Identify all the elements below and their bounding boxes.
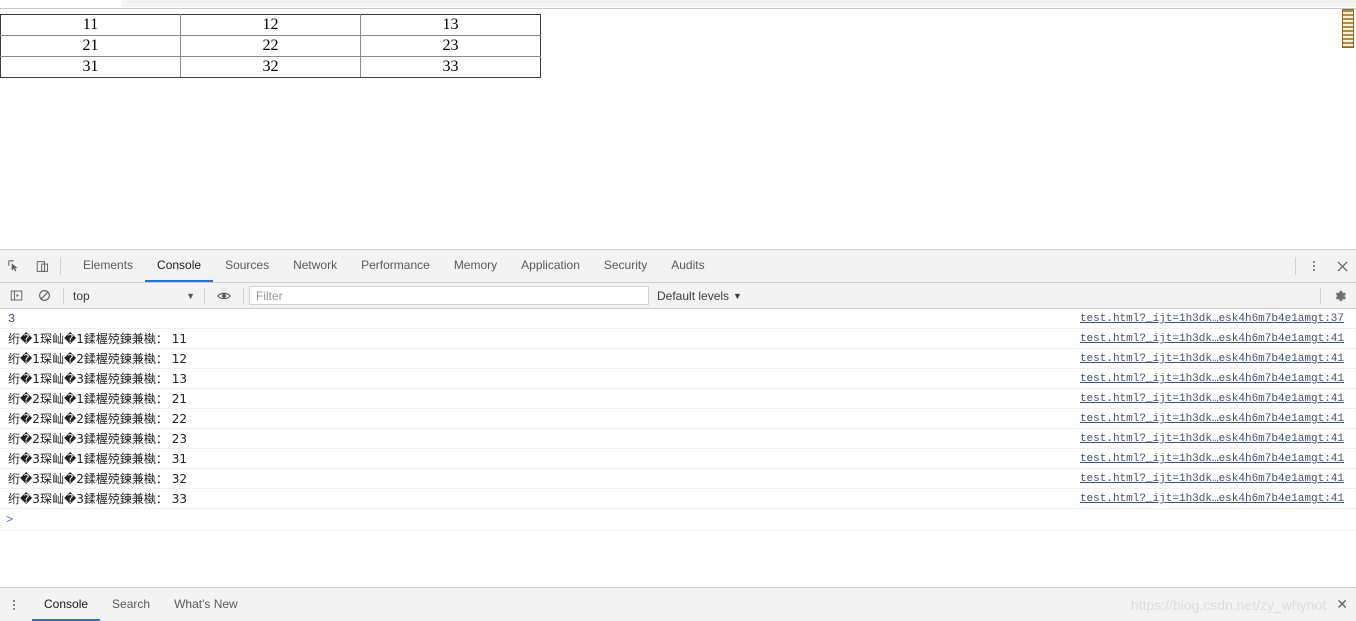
console-message-text: 绗�1琛屾�1鍒楃殑鍊兼槸： 11 xyxy=(8,332,187,346)
close-devtools-icon[interactable] xyxy=(1328,250,1356,282)
drawer-tab-search[interactable]: Search xyxy=(100,588,162,621)
rendered-page: 11 12 13 21 22 23 31 32 33 xyxy=(0,0,1356,249)
table-row: 21 22 23 xyxy=(0,35,541,57)
table-cell: 13 xyxy=(360,14,541,36)
console-message-text: 绗�3琛屾�3鍒楃殑鍊兼槸： 33 xyxy=(8,492,187,506)
console-input-prompt[interactable]: > xyxy=(0,509,1356,531)
tab-elements[interactable]: Elements xyxy=(71,250,145,282)
console-row[interactable]: 绗�2琛屾�1鍒楃殑鍊兼槸： 21 test.html?_ijt=1h3dk…e… xyxy=(0,389,1356,409)
console-filterbar: top ▼ Default levels ▼ xyxy=(0,283,1356,309)
watermark-text: https://blog.csdn.net/zy_whynot xyxy=(1130,596,1327,613)
drawer-more-options-icon[interactable] xyxy=(0,588,28,621)
console-message-text: 绗�2琛屾�2鍒楃殑鍊兼槸： 22 xyxy=(8,412,187,426)
console-source-link[interactable]: test.html?_ijt=1h3dk…esk4h6m7b4e1amgt:41 xyxy=(1080,449,1344,469)
table-cell: 33 xyxy=(360,56,541,78)
console-source-link[interactable]: test.html?_ijt=1h3dk…esk4h6m7b4e1amgt:41 xyxy=(1080,349,1344,369)
screenshot-root: 11 12 13 21 22 23 31 32 33 Elements Cons… xyxy=(0,0,1356,621)
console-row[interactable]: 绗�3琛屾�3鍒楃殑鍊兼槸： 33 test.html?_ijt=1h3dk…e… xyxy=(0,489,1356,509)
table-cell: 12 xyxy=(180,14,361,36)
table-cell: 21 xyxy=(0,35,181,57)
devtools-drawer: Console Search What's New https://blog.c… xyxy=(0,587,1356,621)
console-filter-input[interactable] xyxy=(249,286,649,305)
console-source-link[interactable]: test.html?_ijt=1h3dk…esk4h6m7b4e1amgt:41 xyxy=(1080,369,1344,389)
console-source-link[interactable]: test.html?_ijt=1h3dk…esk4h6m7b4e1amgt:41 xyxy=(1080,389,1344,409)
filterbar-divider-4 xyxy=(1320,287,1321,304)
devtools-tab-list: Elements Console Sources Network Perform… xyxy=(71,250,717,282)
console-source-link[interactable]: test.html?_ijt=1h3dk…esk4h6m7b4e1amgt:41 xyxy=(1080,329,1344,349)
console-message-text: 绗�3琛屾�2鍒楃殑鍊兼槸： 32 xyxy=(8,472,187,486)
console-row[interactable]: 绗�1琛屾�1鍒楃殑鍊兼槸： 11 test.html?_ijt=1h3dk…e… xyxy=(0,329,1356,349)
console-message-list[interactable]: 3 test.html?_ijt=1h3dk…esk4h6m7b4e1amgt:… xyxy=(0,309,1356,611)
console-message-text: 绗�2琛屾�3鍒楃殑鍊兼槸： 23 xyxy=(8,432,187,446)
console-row[interactable]: 绗�2琛屾�3鍒楃殑鍊兼槸： 23 test.html?_ijt=1h3dk…e… xyxy=(0,429,1356,449)
execution-context-label: top xyxy=(73,288,90,303)
console-source-link[interactable]: test.html?_ijt=1h3dk…esk4h6m7b4e1amgt:41 xyxy=(1080,429,1344,449)
table-cell: 32 xyxy=(180,56,361,78)
live-expression-eye-icon[interactable] xyxy=(210,289,238,303)
drawer-tab-whats-new[interactable]: What's New xyxy=(162,588,250,621)
console-row[interactable]: 绗�2琛屾�2鍒楃殑鍊兼槸： 22 test.html?_ijt=1h3dk…e… xyxy=(0,409,1356,429)
tab-sources[interactable]: Sources xyxy=(213,250,281,282)
tab-performance[interactable]: Performance xyxy=(349,250,442,282)
table-row: 31 32 33 xyxy=(0,56,541,78)
console-sidebar-toggle-icon[interactable] xyxy=(2,289,30,302)
console-row[interactable]: 3 test.html?_ijt=1h3dk…esk4h6m7b4e1amgt:… xyxy=(0,309,1356,329)
chevron-down-icon: ▼ xyxy=(186,290,195,301)
inspect-element-icon[interactable] xyxy=(0,250,28,282)
console-source-link[interactable]: test.html?_ijt=1h3dk…esk4h6m7b4e1amgt:41 xyxy=(1080,469,1344,489)
console-settings-gear-icon[interactable] xyxy=(1326,289,1354,303)
console-row[interactable]: 绗�1琛屾�3鍒楃殑鍊兼槸： 13 test.html?_ijt=1h3dk…e… xyxy=(0,369,1356,389)
console-source-link[interactable]: test.html?_ijt=1h3dk…esk4h6m7b4e1amgt:41 xyxy=(1080,409,1344,429)
console-message-text: 绗�1琛屾�2鍒楃殑鍊兼槸： 12 xyxy=(8,352,187,366)
filterbar-actions xyxy=(1315,287,1354,304)
kebab-glyph xyxy=(1303,261,1325,271)
console-message-text: 绗�3琛屾�1鍒楃殑鍊兼槸： 31 xyxy=(8,452,187,466)
drawer-actions: https://blog.csdn.net/zy_whynot ✕ xyxy=(1131,588,1356,621)
table-cell: 31 xyxy=(0,56,181,78)
console-message-text: 绗�1琛屾�3鍒楃殑鍊兼槸： 13 xyxy=(8,372,187,386)
devtools-tabbar: Elements Console Sources Network Perform… xyxy=(0,250,1356,283)
demo-table: 11 12 13 21 22 23 31 32 33 xyxy=(0,14,541,78)
table-cell: 23 xyxy=(360,35,541,57)
execution-context-select[interactable]: top ▼ xyxy=(69,286,199,306)
device-toolbar-icon[interactable] xyxy=(28,250,56,282)
scrollbar-thumb[interactable] xyxy=(1342,9,1354,48)
console-source-link[interactable]: test.html?_ijt=1h3dk…esk4h6m7b4e1amgt:37 xyxy=(1080,309,1344,329)
devtools-tabbar-actions xyxy=(1291,250,1356,282)
tab-security[interactable]: Security xyxy=(592,250,659,282)
drawer-tab-console[interactable]: Console xyxy=(32,588,101,621)
tab-audits[interactable]: Audits xyxy=(659,250,716,282)
page-vertical-scrollbar[interactable] xyxy=(1340,9,1356,249)
chevron-down-icon: ▼ xyxy=(733,290,742,301)
tab-console[interactable]: Console xyxy=(145,250,214,282)
console-message-text: 3 xyxy=(8,312,16,326)
kebab-glyph xyxy=(3,599,25,610)
drawer-tab-list: Console Search What's New xyxy=(32,588,250,621)
close-drawer-icon[interactable]: ✕ xyxy=(1336,596,1348,613)
tab-application[interactable]: Application xyxy=(509,250,592,282)
page-top-strip xyxy=(0,0,1356,9)
filterbar-divider-3 xyxy=(243,287,244,304)
filterbar-divider-2 xyxy=(204,287,205,304)
table-row: 11 12 13 xyxy=(0,14,541,36)
log-levels-label: Default levels xyxy=(657,288,730,303)
table-cell: 11 xyxy=(0,14,181,36)
tabbar-right-divider xyxy=(1295,257,1296,275)
tab-memory[interactable]: Memory xyxy=(442,250,509,282)
tabbar-divider xyxy=(60,257,61,275)
devtools-panel: Elements Console Sources Network Perform… xyxy=(0,249,1356,621)
console-source-link[interactable]: test.html?_ijt=1h3dk…esk4h6m7b4e1amgt:41 xyxy=(1080,489,1344,509)
demo-table-body: 11 12 13 21 22 23 31 32 33 xyxy=(0,14,541,78)
console-row[interactable]: 绗�3琛屾�1鍒楃殑鍊兼槸： 31 test.html?_ijt=1h3dk…e… xyxy=(0,449,1356,469)
clear-console-icon[interactable] xyxy=(30,289,58,302)
table-cell: 22 xyxy=(180,35,361,57)
log-levels-select[interactable]: Default levels ▼ xyxy=(657,289,742,303)
console-row[interactable]: 绗�3琛屾�2鍒楃殑鍊兼槸： 32 test.html?_ijt=1h3dk…e… xyxy=(0,469,1356,489)
more-options-icon[interactable] xyxy=(1300,250,1328,282)
filterbar-divider-1 xyxy=(63,287,64,304)
console-message-text: 绗�2琛屾�1鍒楃殑鍊兼槸： 21 xyxy=(8,392,187,406)
tab-network[interactable]: Network xyxy=(281,250,349,282)
page-top-inner-box xyxy=(122,0,1356,7)
console-row[interactable]: 绗�1琛屾�2鍒楃殑鍊兼槸： 12 test.html?_ijt=1h3dk…e… xyxy=(0,349,1356,369)
